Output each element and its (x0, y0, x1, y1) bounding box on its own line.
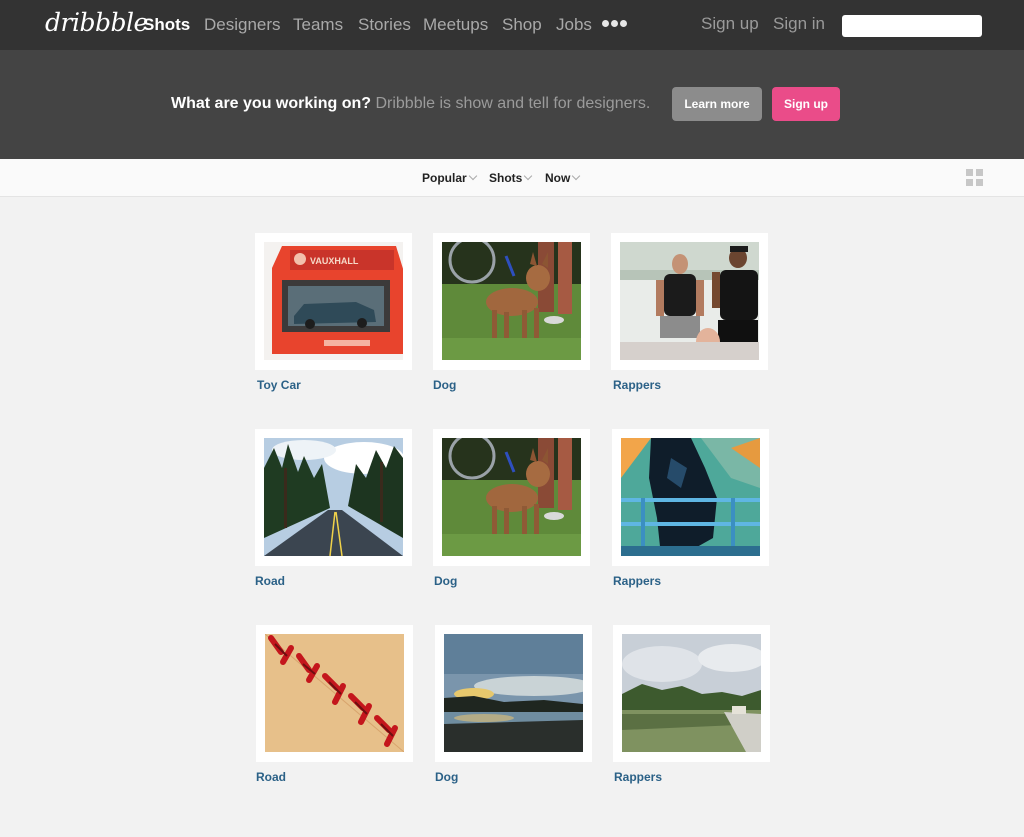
timeframe-filter-dropdown[interactable]: Now (545, 171, 581, 185)
baseball-stitches-image (265, 634, 404, 752)
nav-item-stories[interactable]: Stories (358, 15, 411, 35)
shot-card[interactable] (255, 429, 412, 566)
shot-title[interactable]: Toy Car (257, 378, 301, 392)
timeframe-filter-label: Now (545, 171, 571, 185)
shot-card[interactable] (435, 625, 592, 762)
shot-title[interactable]: Dog (435, 770, 458, 784)
statue-railing-image (621, 438, 760, 556)
chevron-down-icon (524, 171, 533, 181)
hero-sign-up-button[interactable]: Sign up (772, 87, 840, 121)
grid-view-icon[interactable] (966, 169, 983, 186)
list-filter-dropdown[interactable]: Shots (489, 171, 533, 185)
sign-in-link[interactable]: Sign in (773, 14, 825, 34)
hero-question: What are you working on? (171, 95, 372, 112)
filter-bar: Popular Shots Now (0, 159, 1024, 197)
shot-title[interactable]: Dog (434, 574, 457, 588)
shot-card[interactable] (433, 233, 590, 370)
hero-tagline: Dribbble is show and tell for designers. (375, 95, 651, 112)
chevron-down-icon (468, 171, 477, 181)
shot-card[interactable] (613, 625, 770, 762)
shot-card[interactable] (612, 429, 769, 566)
shot-title[interactable]: Rappers (614, 770, 662, 784)
dribbble-logo[interactable]: dribbble (45, 8, 148, 37)
sunset-lake-image (444, 634, 583, 752)
hero-banner: What are you working on? Dribbble is sho… (0, 50, 1024, 159)
shot-title[interactable]: Rappers (613, 378, 661, 392)
hero-message: What are you working on? Dribbble is sho… (171, 95, 650, 113)
learn-more-button[interactable]: Learn more (672, 87, 762, 121)
rappers-image (620, 242, 759, 360)
toy-car-image: VAUXHALL (264, 242, 403, 360)
nav-item-shots[interactable]: Shots (143, 15, 190, 35)
chevron-down-icon (572, 171, 581, 181)
shot-title[interactable]: Rappers (613, 574, 661, 588)
sort-filter-label: Popular (422, 171, 467, 185)
top-nav: dribbble Shots Designers Teams Stories M… (0, 0, 1024, 50)
shot-title[interactable]: Dog (433, 378, 456, 392)
shot-card[interactable] (433, 429, 590, 566)
shot-title[interactable]: Road (255, 574, 285, 588)
nav-item-meetups[interactable]: Meetups (423, 15, 488, 35)
shot-card[interactable] (256, 625, 413, 762)
shot-card[interactable] (611, 233, 768, 370)
dog-image (442, 242, 581, 360)
more-dots-icon[interactable] (602, 20, 628, 29)
nav-item-teams[interactable]: Teams (293, 15, 343, 35)
list-filter-label: Shots (489, 171, 523, 185)
nav-item-jobs[interactable]: Jobs (556, 15, 592, 35)
svg-text:VAUXHALL: VAUXHALL (310, 256, 359, 266)
sort-filter-dropdown[interactable]: Popular (422, 171, 477, 185)
nav-item-shop[interactable]: Shop (502, 15, 542, 35)
search-input[interactable] (842, 15, 982, 37)
nav-item-designers[interactable]: Designers (204, 15, 281, 35)
forest-road-image (264, 438, 403, 556)
shot-card[interactable]: VAUXHALL (255, 233, 412, 370)
sign-up-link[interactable]: Sign up (701, 14, 759, 34)
dog-image (442, 438, 581, 556)
shot-title[interactable]: Road (256, 770, 286, 784)
reflecting-pool-image (622, 634, 761, 752)
